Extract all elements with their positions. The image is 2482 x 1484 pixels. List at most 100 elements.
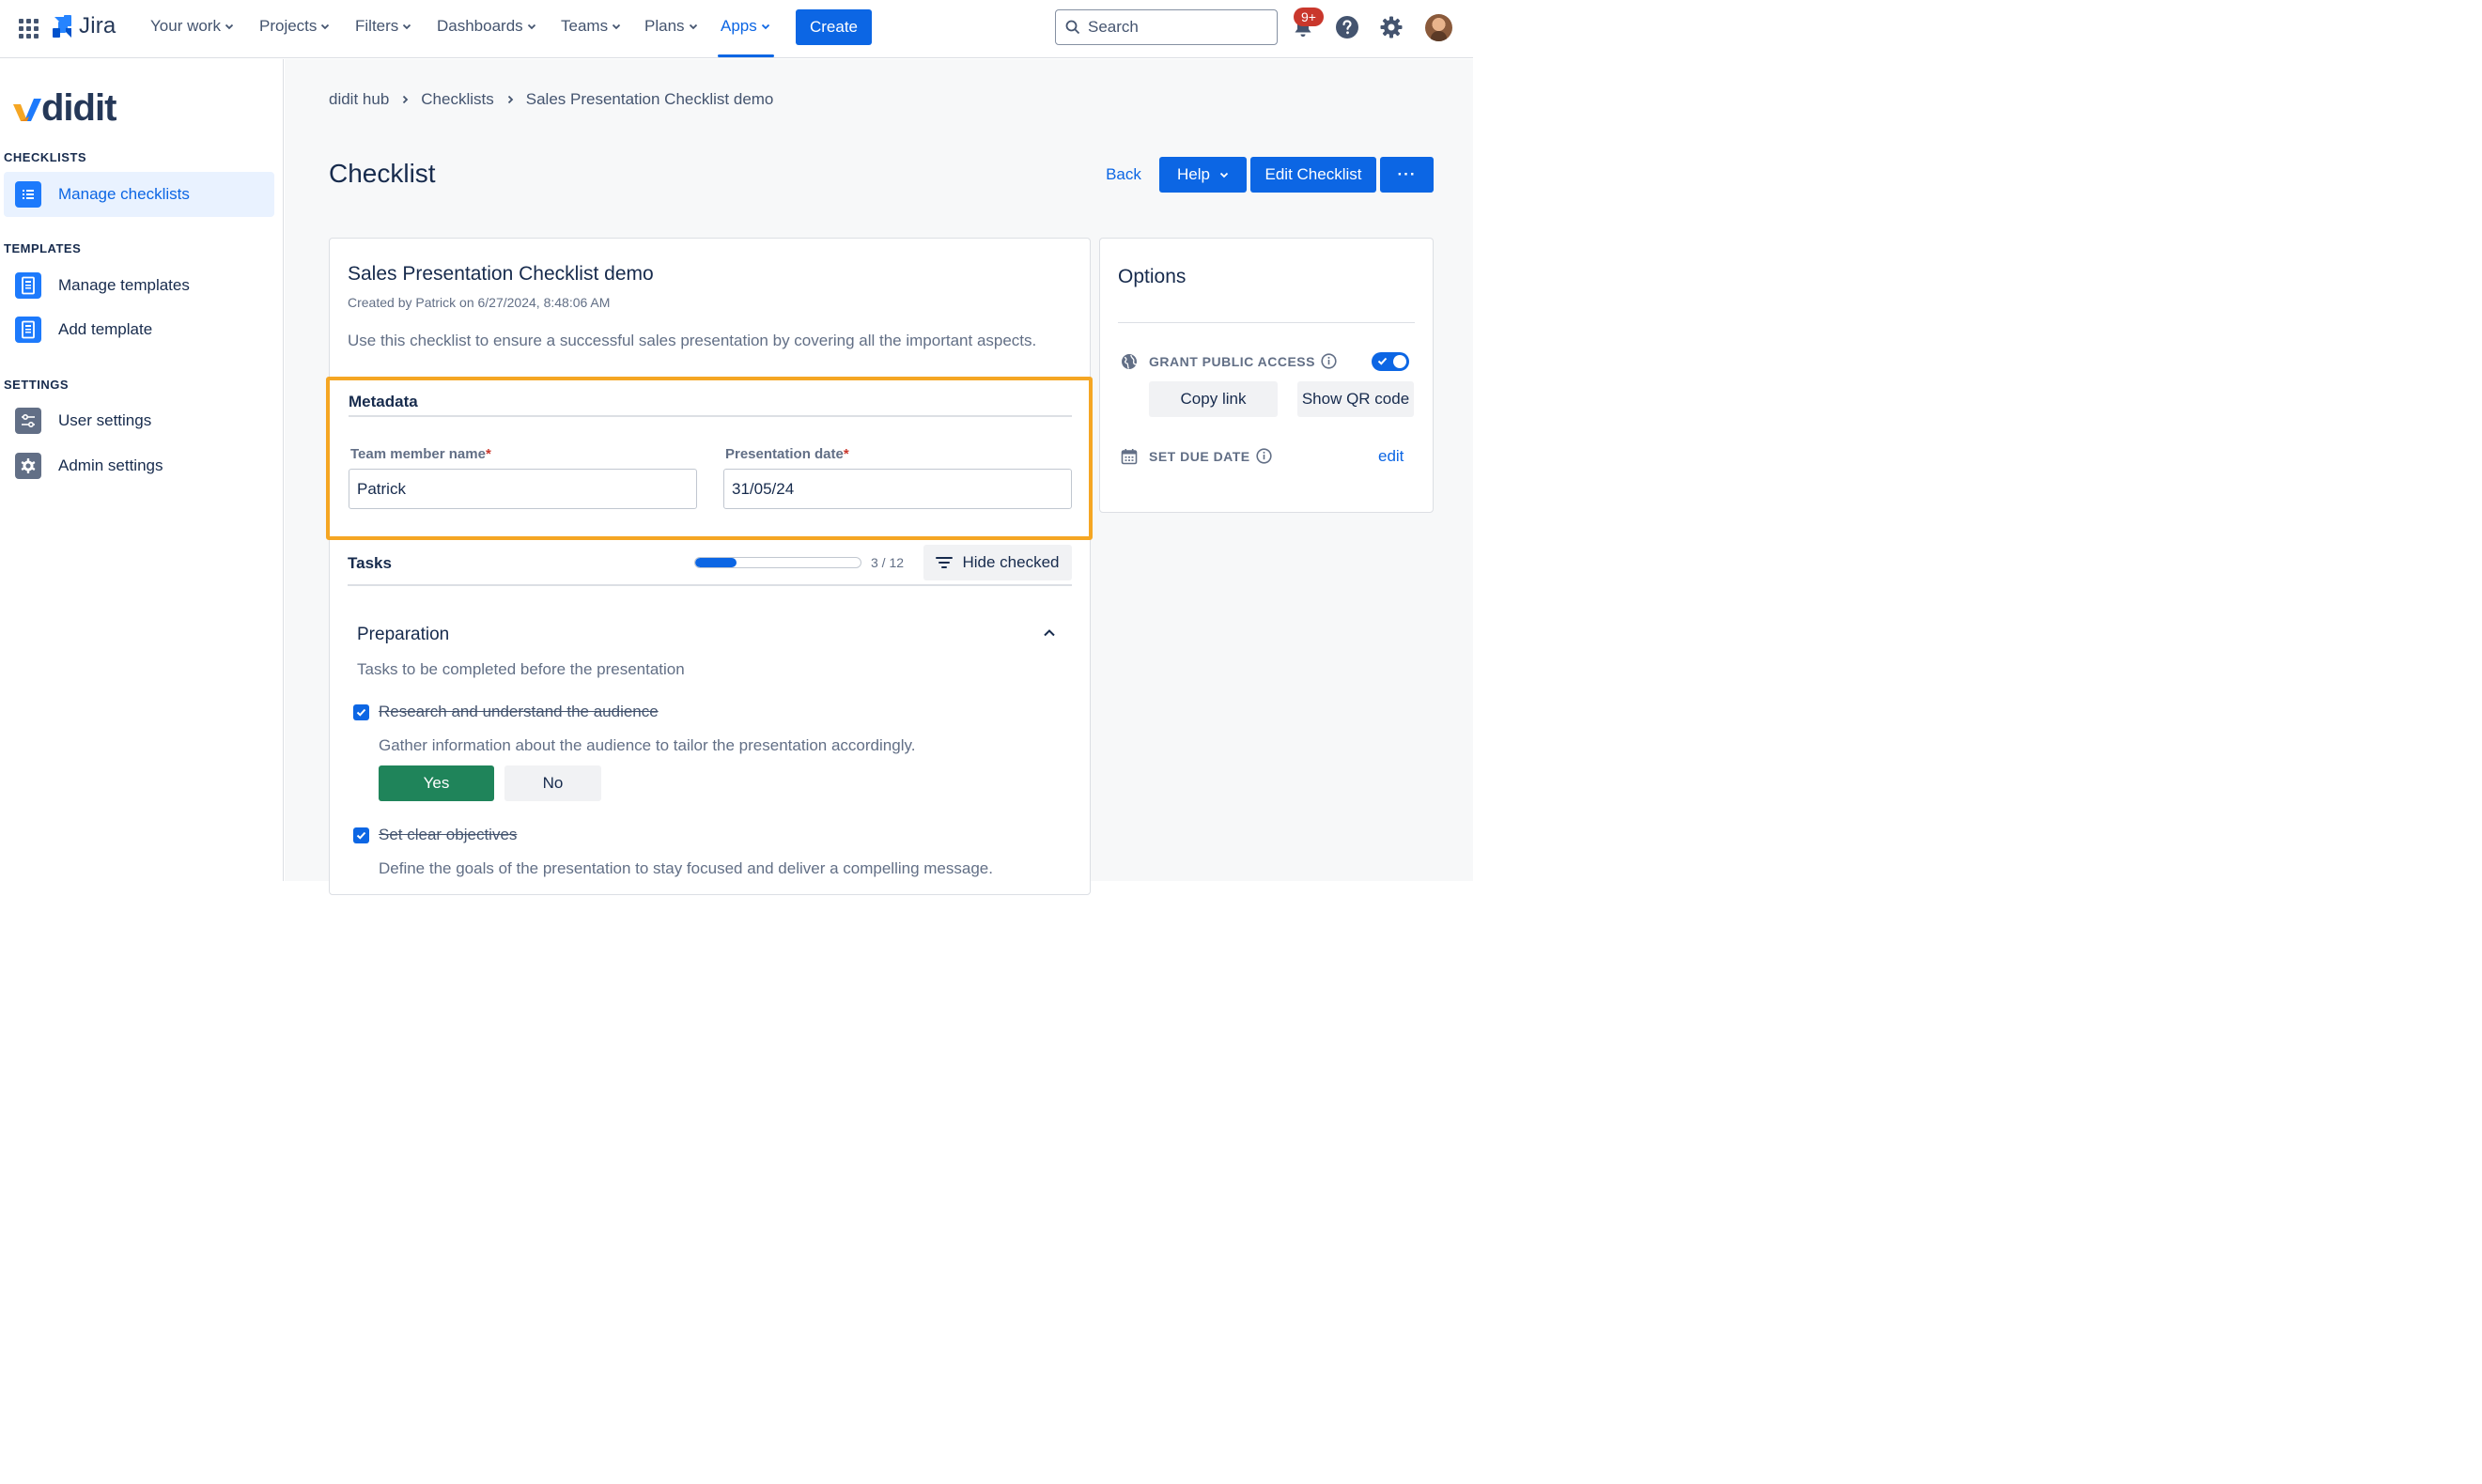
chevron-down-icon bbox=[1219, 172, 1229, 178]
task-item: Set clear objectives bbox=[353, 826, 517, 844]
sidebar-item-manage-checklists[interactable]: Manage checklists bbox=[4, 172, 274, 217]
sidebar-item-admin-settings[interactable]: Admin settings bbox=[4, 443, 274, 488]
nav-plans[interactable]: Plans bbox=[644, 17, 698, 36]
active-nav-indicator bbox=[718, 54, 774, 57]
yes-button[interactable]: Yes bbox=[379, 765, 494, 801]
edit-checklist-button[interactable]: Edit Checklist bbox=[1250, 157, 1376, 193]
create-button[interactable]: Create bbox=[796, 9, 872, 45]
grant-public-access-text: GRANT PUBLIC ACCESS bbox=[1149, 353, 1315, 369]
task-checkbox[interactable] bbox=[353, 827, 369, 843]
tasks-progress-text: 3 / 12 bbox=[871, 555, 905, 570]
breadcrumb-didit-hub[interactable]: didit hub bbox=[329, 90, 389, 109]
sidebar-item-label: Add template bbox=[58, 320, 153, 338]
check-icon bbox=[356, 831, 366, 840]
chevron-down-icon bbox=[761, 23, 769, 30]
sidebar-item-label: Admin settings bbox=[58, 456, 163, 474]
task-section-title: Preparation bbox=[357, 625, 450, 644]
sidebar: didit CHECKLISTS Manage checklists TEMPL… bbox=[0, 59, 284, 881]
sidebar-item-user-settings[interactable]: User settings bbox=[4, 398, 274, 443]
set-due-date-text: SET DUE DATE bbox=[1149, 448, 1250, 464]
notifications-badge: 9+ bbox=[1294, 8, 1324, 26]
checklist-card: Sales Presentation Checklist demo Create… bbox=[329, 238, 1091, 895]
help-button[interactable]: Help bbox=[1159, 157, 1247, 193]
nav-projects-label: Projects bbox=[259, 17, 318, 35]
sidebar-item-label: Manage templates bbox=[58, 276, 190, 294]
tasks-progress-fill bbox=[695, 558, 737, 567]
didit-logo-icon bbox=[13, 99, 41, 121]
settings-icon[interactable] bbox=[1379, 15, 1404, 39]
field-label-text: Presentation date bbox=[725, 446, 844, 462]
nav-your-work-label: Your work bbox=[150, 17, 221, 35]
required-mark: * bbox=[485, 446, 491, 462]
globe-icon bbox=[1122, 354, 1137, 369]
tasks-label: Tasks bbox=[348, 554, 392, 572]
show-qr-code-button[interactable]: Show QR code bbox=[1297, 381, 1414, 417]
nav-filters[interactable]: Filters bbox=[355, 17, 411, 36]
nav-apps-label: Apps bbox=[721, 17, 757, 35]
breadcrumb-current[interactable]: Sales Presentation Checklist demo bbox=[526, 90, 774, 109]
nav-dashboards[interactable]: Dashboards bbox=[437, 17, 536, 36]
app-switcher-icon[interactable] bbox=[17, 17, 39, 39]
list-icon bbox=[15, 181, 41, 208]
jira-logo[interactable]: Jira bbox=[51, 13, 116, 39]
sidebar-item-label: User settings bbox=[58, 411, 152, 429]
section-label-checklists: CHECKLISTS bbox=[4, 150, 87, 164]
sidebar-item-add-template[interactable]: Add template bbox=[4, 307, 274, 352]
public-access-toggle[interactable] bbox=[1372, 352, 1409, 371]
section-label-settings: SETTINGS bbox=[4, 378, 70, 392]
info-icon[interactable] bbox=[1321, 353, 1337, 369]
presentation-date-label: Presentation date* bbox=[725, 446, 849, 462]
chevron-down-icon bbox=[527, 23, 535, 30]
sidebar-item-label: Manage checklists bbox=[58, 185, 190, 203]
task-section-description: Tasks to be completed before the present… bbox=[357, 660, 685, 678]
chevron-up-icon[interactable] bbox=[1042, 626, 1057, 641]
task-checkbox[interactable] bbox=[353, 703, 369, 720]
team-member-name-label: Team member name* bbox=[350, 446, 491, 462]
avatar[interactable] bbox=[1425, 14, 1452, 41]
presentation-date-input[interactable] bbox=[723, 469, 1072, 509]
nav-teams[interactable]: Teams bbox=[561, 17, 621, 36]
search-box[interactable] bbox=[1055, 9, 1278, 45]
no-button[interactable]: No bbox=[504, 765, 601, 801]
help-icon[interactable] bbox=[1335, 15, 1359, 39]
options-title: Options bbox=[1118, 266, 1187, 287]
set-due-date-label: SET DUE DATE bbox=[1149, 448, 1272, 464]
nav-your-work[interactable]: Your work bbox=[150, 17, 234, 36]
hide-checked-button[interactable]: Hide checked bbox=[923, 545, 1072, 580]
divider bbox=[349, 415, 1072, 417]
filter-icon bbox=[936, 557, 954, 568]
edit-due-date-link[interactable]: edit bbox=[1378, 447, 1404, 466]
back-button[interactable]: Back bbox=[1095, 157, 1152, 193]
jira-logo-icon bbox=[53, 15, 71, 38]
template-icon bbox=[15, 272, 41, 299]
nav-teams-label: Teams bbox=[561, 17, 609, 35]
required-mark: * bbox=[843, 446, 849, 462]
task-item: Research and understand the audience bbox=[353, 703, 659, 721]
jira-logo-text: Jira bbox=[79, 13, 116, 39]
check-icon bbox=[1377, 357, 1388, 365]
sidebar-item-manage-templates[interactable]: Manage templates bbox=[4, 263, 274, 308]
search-input[interactable] bbox=[1088, 18, 1257, 37]
check-icon bbox=[356, 708, 366, 717]
nav-projects[interactable]: Projects bbox=[259, 17, 330, 36]
chevron-down-icon bbox=[321, 23, 330, 30]
help-button-label: Help bbox=[1177, 165, 1210, 183]
sliders-icon bbox=[15, 408, 41, 434]
more-actions-button[interactable]: ··· bbox=[1380, 157, 1434, 193]
didit-logo: didit bbox=[11, 89, 116, 127]
template-icon bbox=[15, 317, 41, 343]
nav-apps[interactable]: Apps bbox=[721, 17, 770, 36]
field-label-text: Team member name bbox=[350, 446, 486, 462]
gear-icon bbox=[15, 453, 41, 479]
copy-link-button[interactable]: Copy link bbox=[1149, 381, 1278, 417]
team-member-name-input[interactable] bbox=[349, 469, 697, 509]
info-icon[interactable] bbox=[1256, 448, 1272, 464]
chevron-down-icon bbox=[689, 23, 697, 30]
checklist-description: Use this checklist to ensure a successfu… bbox=[348, 332, 1037, 349]
chevron-right-icon bbox=[403, 95, 409, 104]
breadcrumb-checklists[interactable]: Checklists bbox=[421, 90, 493, 109]
task-name: Set clear objectives bbox=[379, 826, 518, 843]
task-name: Research and understand the audience bbox=[379, 703, 659, 720]
search-icon bbox=[1065, 20, 1080, 35]
calendar-icon bbox=[1121, 449, 1138, 465]
